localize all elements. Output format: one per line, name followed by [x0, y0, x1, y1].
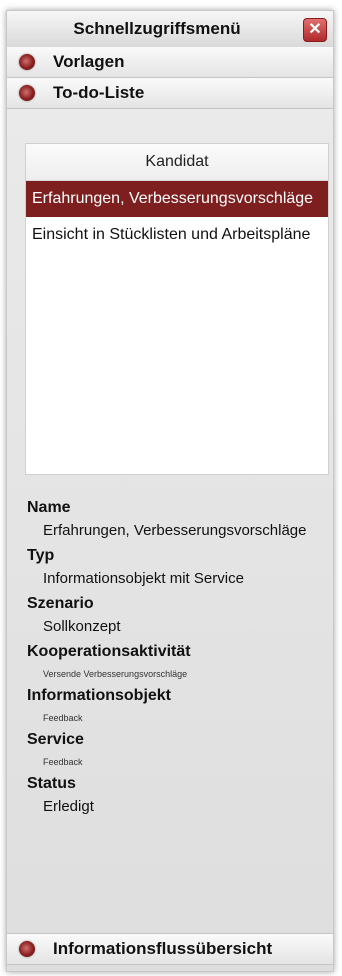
accordion-informationsflussuebersicht[interactable]: Informationsflussübersicht [7, 933, 333, 965]
bullet-icon [19, 941, 35, 957]
detail-label-service: Service [27, 731, 84, 748]
candidate-list: Kandidat Erfahrungen, Verbesserungsvorsc… [25, 143, 329, 475]
accordion-label-informationsflussuebersicht: Informationsflussübersicht [53, 939, 273, 958]
list-item[interactable]: Erfahrungen, Verbesserungsvorschläge [26, 181, 328, 217]
accordion-vorlagen[interactable]: Vorlagen [7, 47, 333, 78]
close-button[interactable]: ✕ [303, 18, 327, 42]
list-header: Kandidat [26, 144, 328, 181]
detail-value-typ: Informationsobjekt mit Service [43, 570, 244, 587]
accordion-todo[interactable]: To-do-Liste [7, 78, 333, 109]
detail-label-kooperationsaktivitaet: Kooperationsaktivität [27, 643, 191, 660]
detail-value-service: Feedback [43, 757, 83, 767]
details-section: Name Erfahrungen, Verbesserungsvorschläg… [27, 493, 327, 817]
detail-value-kooperationsaktivitaet: Versende Verbesserungsvorschläge [43, 669, 188, 679]
detail-value-szenario: Sollkonzept [43, 618, 121, 635]
quick-access-panel: Schnellzugriffsmenü ✕ Vorlagen To-do-Lis… [6, 10, 334, 972]
detail-label-name: Name [27, 499, 71, 516]
close-icon: ✕ [308, 21, 322, 38]
detail-value-name: Erfahrungen, Verbesserungsvorschläge [43, 522, 307, 539]
detail-value-status: Erledigt [43, 798, 94, 815]
detail-label-informationsobjekt: Informationsobjekt [27, 687, 172, 704]
detail-value-informationsobjekt: Feedback [43, 713, 83, 723]
detail-label-typ: Typ [27, 547, 55, 564]
bullet-icon [19, 85, 35, 101]
accordion-label-todo: To-do-Liste [53, 83, 145, 102]
list-item[interactable]: Einsicht in Stücklisten und Arbeitspläne [26, 217, 328, 253]
title-bar: Schnellzugriffsmenü ✕ [7, 11, 333, 48]
accordion-label-vorlagen: Vorlagen [53, 52, 125, 71]
panel-title: Schnellzugriffsmenü [73, 19, 241, 38]
detail-label-szenario: Szenario [27, 595, 94, 612]
detail-label-status: Status [27, 775, 76, 792]
bullet-icon [19, 54, 35, 70]
